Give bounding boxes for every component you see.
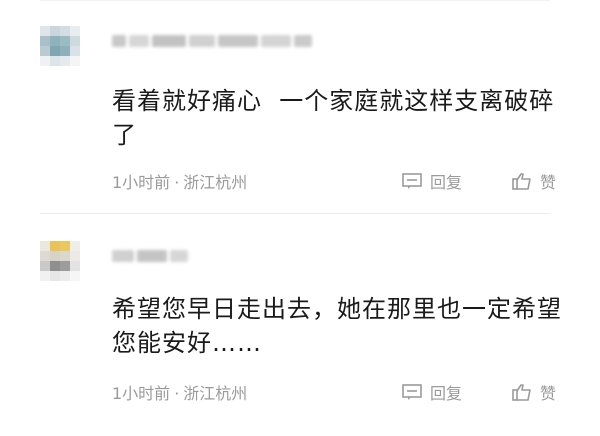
comment-item: 希望您早日走出去，她在那里也一定希望您能安好…… 1小时前 · 浙江杭州 回复 赞 [0,215,600,436]
comment-item: 看着就好痛心 一个家庭就这样支离破碎了 1小时前 · 浙江杭州 回复 赞 [0,0,600,214]
meta-separator: · [174,173,180,192]
like-button[interactable]: 赞 [512,169,556,193]
reply-button[interactable]: 回复 [402,169,462,193]
comment-bubble-icon [402,384,422,400]
comment-text: 希望您早日走出去，她在那里也一定希望您能安好…… [112,295,562,357]
comment-meta: 1小时前 · 浙江杭州 [112,169,247,193]
username-blurred[interactable] [112,33,312,49]
like-button[interactable]: 赞 [512,380,556,404]
thumbs-up-icon [512,173,531,190]
thumbs-up-icon [512,384,531,401]
comment-time: 1小时前 [112,173,171,192]
like-label: 赞 [540,173,557,192]
reply-label: 回复 [430,173,463,192]
username-blurred[interactable] [112,248,188,264]
comment-location: 浙江杭州 [183,384,248,403]
comment-time: 1小时前 [112,384,171,403]
reply-button[interactable]: 回复 [402,380,462,404]
comment-list: 看着就好痛心 一个家庭就这样支离破碎了 1小时前 · 浙江杭州 回复 赞 希望您… [0,0,600,436]
avatar[interactable] [40,241,80,281]
meta-separator: · [174,384,180,403]
avatar[interactable] [40,26,80,66]
comment-bubble-icon [402,173,422,189]
comment-location: 浙江杭州 [183,173,248,192]
comment-divider [40,213,550,214]
comment-text: 看着就好痛心 一个家庭就这样支离破碎了 [112,87,555,149]
reply-label: 回复 [430,384,463,403]
like-label: 赞 [540,384,557,403]
comment-meta: 1小时前 · 浙江杭州 [112,380,247,404]
